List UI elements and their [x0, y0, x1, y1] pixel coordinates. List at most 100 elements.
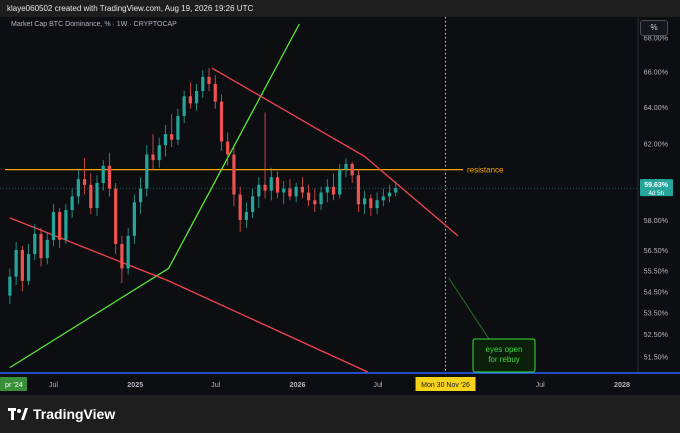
last-price-countdown: 4d 5h: [649, 190, 665, 197]
tradingview-logo-icon: [8, 408, 28, 420]
candle-body: [350, 163, 354, 176]
candle-body: [275, 177, 280, 193]
candle-body: [95, 182, 99, 209]
resistance-trendline-1: [211, 67, 459, 237]
candle-body: [70, 196, 74, 211]
candle-body: [8, 276, 12, 296]
candle-body: [394, 188, 398, 193]
candle-body: [331, 186, 336, 195]
candle-body: [20, 249, 24, 281]
candle-body: [39, 233, 43, 259]
candle-body: [163, 134, 168, 146]
support-trendline: [9, 23, 300, 369]
candle-body: [76, 179, 80, 197]
candle-body: [101, 165, 105, 183]
callout-text-line: eyes open: [486, 345, 523, 354]
candle-body: [33, 233, 37, 255]
price-axis-tick-label: 62.00%: [644, 139, 669, 148]
candle-body: [145, 154, 149, 189]
time-axis-tick-label: 2026: [289, 380, 305, 389]
percent-scale-button[interactable]: %: [640, 20, 668, 36]
candle-body: [300, 186, 304, 193]
candle-body: [194, 90, 199, 104]
candle-body: [138, 188, 143, 203]
candle-body: [132, 202, 136, 236]
time-axis-tick-label: Jul: [536, 380, 546, 389]
chart-frame[interactable]: 68.00%66.00%64.00%62.00%60.00%58.00%56.5…: [0, 17, 680, 395]
candle-body: [307, 192, 311, 201]
price-axis-tick-label: 55.50%: [644, 266, 669, 275]
candle-body: [207, 76, 211, 84]
price-axis-tick-label: 64.00%: [644, 103, 669, 112]
time-axis-tick-label: Jul: [211, 380, 221, 389]
candle-body: [201, 76, 205, 91]
candle-body: [176, 115, 180, 140]
callout-pointer: [448, 277, 490, 340]
candle-body: [45, 239, 49, 259]
candle-body: [263, 184, 267, 191]
candle-body: [356, 175, 360, 205]
cursor-date-label: Mon 30 Nov '26: [421, 382, 470, 389]
candle-body: [120, 243, 124, 269]
candle-body: [344, 163, 348, 170]
tradingview-logo[interactable]: TradingView: [8, 405, 115, 423]
candle-body: [182, 96, 186, 116]
candle-body: [257, 184, 261, 197]
candle-body: [244, 212, 248, 220]
time-axis-tick-label: 2025: [127, 380, 143, 389]
last-price-label: 59.63%: [644, 182, 669, 189]
candle-body: [238, 194, 242, 220]
candle-body: [14, 249, 18, 277]
candle-body: [294, 186, 298, 197]
candle-body: [114, 188, 118, 244]
callout-text-line: for rebuy: [488, 355, 520, 364]
candle-body: [269, 177, 273, 191]
candle-body: [157, 145, 161, 161]
candle-body: [51, 212, 56, 240]
price-axis-tick-label: 51.50%: [644, 352, 669, 361]
candle-body: [288, 188, 292, 197]
brand-name: TradingView: [33, 406, 116, 422]
price-axis-tick-label: 66.00%: [644, 68, 669, 77]
time-axis: [0, 374, 680, 395]
candle-body: [151, 154, 155, 161]
chart-caption: klaye060502 created with TradingView.com…: [7, 4, 254, 13]
candle-body: [387, 192, 392, 197]
candle-body: [363, 198, 367, 205]
resistance-label: resistance: [467, 166, 504, 175]
candle-body: [107, 165, 112, 189]
resistance-trendline-2: [9, 217, 368, 373]
time-axis-tick-label: Jul: [373, 380, 383, 389]
candle-body: [26, 254, 31, 281]
candle-body: [170, 134, 174, 140]
candle-body: [338, 169, 342, 195]
candle-body: [313, 200, 317, 205]
candle-body: [369, 198, 373, 209]
candle-body: [381, 196, 385, 201]
candle-body: [188, 96, 192, 104]
price-axis-tick-label: 52.50%: [644, 330, 669, 339]
price-chart[interactable]: 68.00%66.00%64.00%62.00%60.00%58.00%56.5…: [0, 17, 680, 395]
candle-body: [232, 154, 236, 195]
candle-body: [375, 200, 379, 209]
candle-body: [213, 83, 217, 102]
price-axis-tick-label: 53.50%: [644, 309, 669, 318]
candles-group: [8, 68, 398, 305]
candle-body: [126, 235, 130, 269]
time-axis-tick-label: Jul: [49, 380, 59, 389]
candle-body: [325, 186, 329, 193]
time-axis-tick-label: 2028: [614, 380, 630, 389]
price-axis-tick-label: 58.00%: [644, 216, 669, 225]
price-axis-tick-label: 56.50%: [644, 246, 669, 255]
candle-body: [64, 210, 68, 240]
candle-body: [82, 179, 87, 185]
candle-body: [282, 188, 286, 193]
time-axis-range-start-label: pr '24: [5, 380, 23, 389]
candle-body: [58, 212, 62, 240]
candle-body: [219, 101, 224, 142]
candle-body: [226, 141, 230, 155]
candle-body: [319, 192, 323, 205]
price-axis-tick-label: 54.50%: [644, 287, 669, 296]
candle-body: [89, 184, 93, 209]
chart-title: Market Cap BTC Dominance, % · 1W · CRYPT…: [11, 21, 177, 28]
